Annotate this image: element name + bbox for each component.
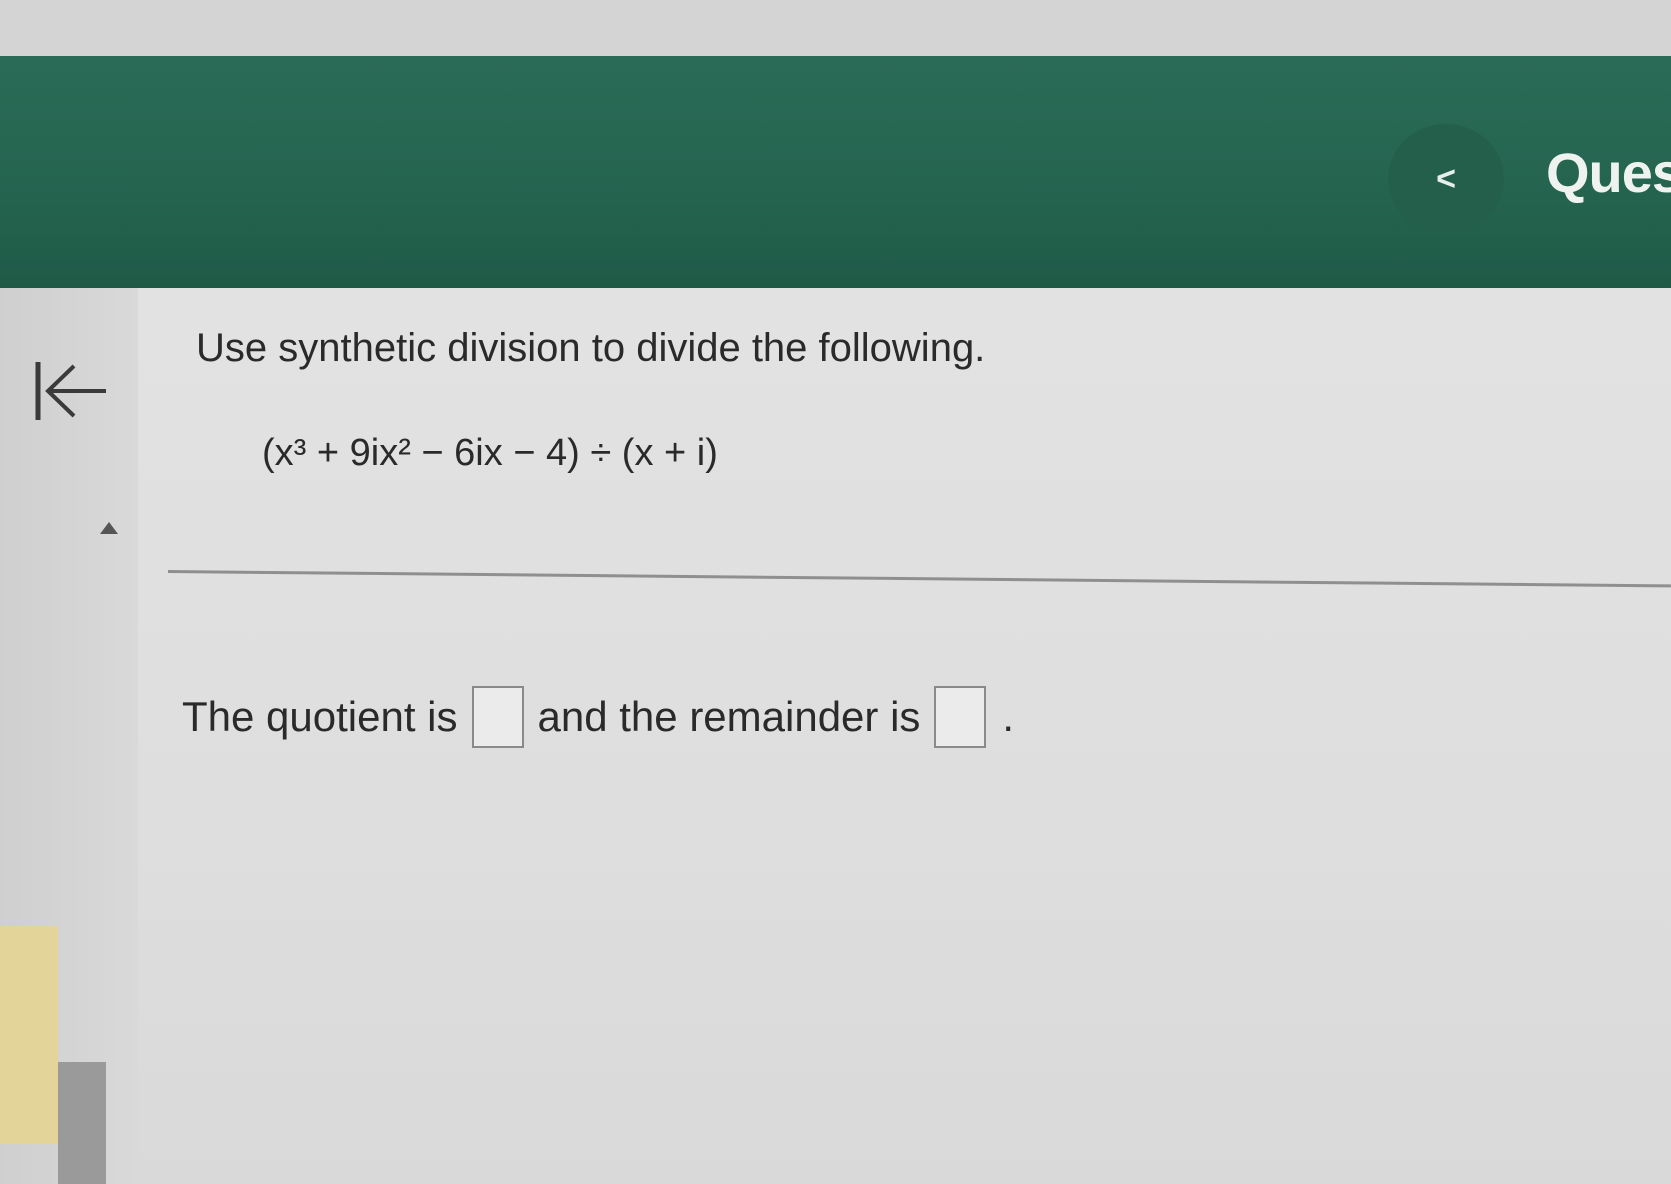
chevron-left-icon: <	[1436, 159, 1456, 198]
gray-panel-edge	[58, 1062, 106, 1184]
screen: < Ques Use synthetic division to divide …	[0, 0, 1671, 1184]
yellow-panel-edge	[0, 926, 58, 1144]
answer-prefix: The quotient is	[182, 693, 458, 740]
collapse-left-arrow-icon[interactable]	[34, 356, 114, 426]
question-instruction: Use synthetic division to divide the fol…	[196, 326, 986, 370]
quotient-input[interactable]	[471, 686, 524, 748]
answer-middle: and the remainder is	[537, 693, 921, 740]
answer-sentence: The quotient is and the remainder is .	[182, 686, 1014, 748]
page-title: Ques	[1546, 141, 1671, 204]
triangle-up-icon[interactable]	[98, 520, 120, 536]
division-expression: (x³ + 9ix² − 6ix − 4) ÷ (x + i)	[262, 432, 718, 474]
previous-question-button[interactable]: <	[1388, 124, 1504, 234]
answer-suffix: .	[1002, 693, 1015, 740]
remainder-input[interactable]	[934, 686, 987, 748]
